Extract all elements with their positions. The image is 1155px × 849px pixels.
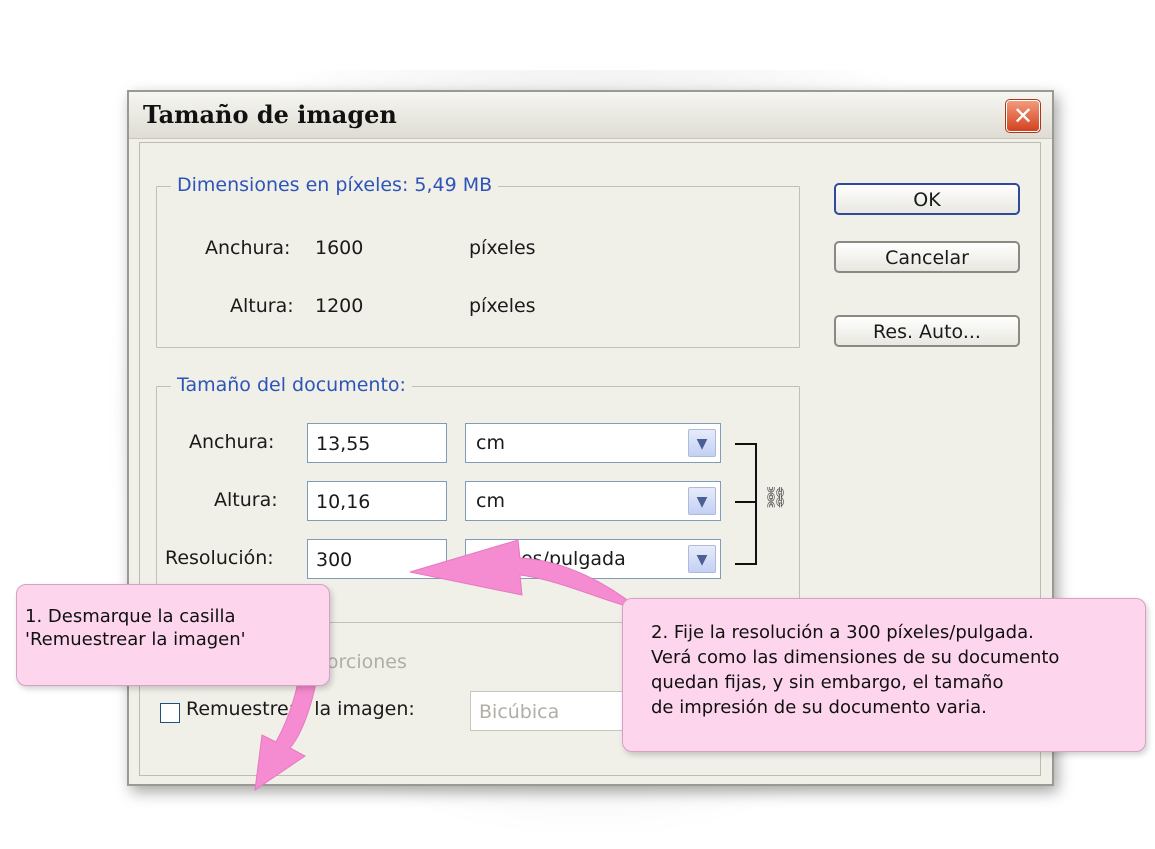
callout-uncheck-resample: 1. Desmarque la casilla 'Remuestrear la … xyxy=(16,584,330,686)
callout-set-resolution: 2. Fije la resolución a 300 píxeles/pulg… xyxy=(622,598,1146,752)
screenshot-stage: Tamaño de imagen ✕ Dimensiones en píxele… xyxy=(0,0,1155,849)
callout-right-line-4: de impresión de su documento varia. xyxy=(651,697,987,718)
callout-right-line-1: 2. Fije la resolución a 300 píxeles/pulg… xyxy=(651,622,1034,643)
arrow-to-resolution xyxy=(409,539,641,611)
callout-right-line-3: quedan fijas, y sin embargo, el tamaño xyxy=(651,672,1004,693)
callout-left-line-2: 'Remuestrear la imagen' xyxy=(25,629,246,650)
callout-left-line-1: 1. Desmarque la casilla xyxy=(25,606,236,627)
callout-right-line-2: Verá como las dimensiones de su document… xyxy=(651,647,1060,668)
